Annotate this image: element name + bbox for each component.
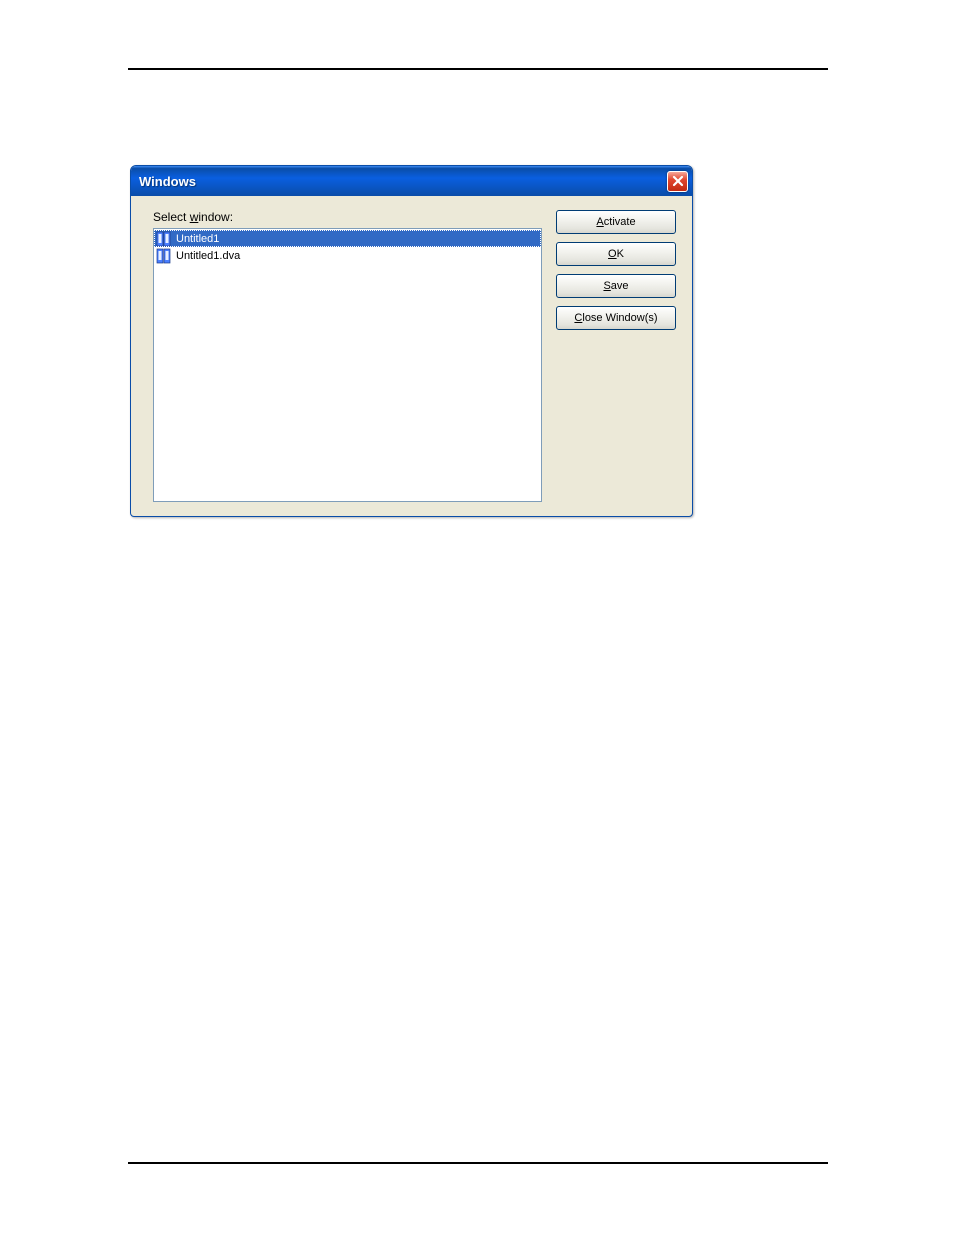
ok-text: K: [617, 248, 624, 260]
dialog-client: Select window: Untitled1 Untitled1.dva Ac…: [131, 196, 692, 516]
close-windows-button[interactable]: Close Window(s): [556, 306, 676, 330]
mnemonic-o: O: [608, 248, 617, 260]
label-prefix: Select: [153, 210, 190, 224]
ok-button[interactable]: OK: [556, 242, 676, 266]
save-text: ave: [611, 280, 629, 292]
mnemonic-s: S: [603, 280, 610, 292]
page-divider-top: [128, 68, 828, 70]
save-button[interactable]: Save: [556, 274, 676, 298]
mnemonic-a: A: [596, 216, 603, 228]
button-column: Activate OK Save Close Window(s): [556, 210, 676, 502]
close-text: lose Window(s): [582, 312, 657, 324]
window-listbox[interactable]: Untitled1 Untitled1.dva: [153, 228, 542, 502]
windows-dialog: Windows Select window: Untitled1Untitled…: [130, 165, 693, 517]
list-item-label: Untitled1: [176, 233, 219, 245]
close-icon[interactable]: [667, 171, 688, 192]
titlebar[interactable]: Windows: [131, 166, 692, 196]
document-icon: [156, 248, 172, 264]
select-window-label: Select window:: [153, 210, 542, 224]
list-item[interactable]: Untitled1.dva: [154, 247, 541, 264]
page-divider-bottom: [128, 1162, 828, 1164]
activate-text: ctivate: [604, 216, 636, 228]
activate-button[interactable]: Activate: [556, 210, 676, 234]
list-item-label: Untitled1.dva: [176, 250, 240, 262]
list-item[interactable]: Untitled1: [154, 230, 541, 247]
left-pane: Select window: Untitled1 Untitled1.dva: [153, 210, 542, 502]
label-suffix: indow:: [198, 210, 233, 224]
document-icon: [156, 231, 172, 247]
dialog-title: Windows: [139, 174, 196, 189]
